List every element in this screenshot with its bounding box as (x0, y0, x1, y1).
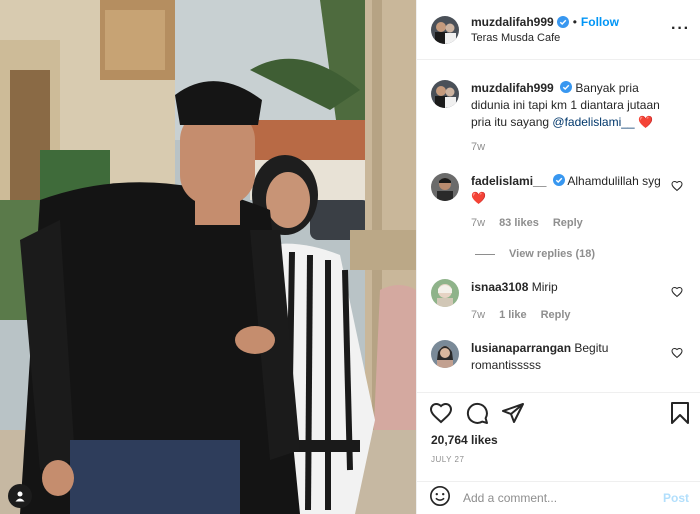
commenter-avatar[interactable] (431, 279, 459, 307)
post-photo[interactable] (0, 0, 416, 514)
comment-text: Mirip (531, 280, 558, 294)
comment-like-heart-icon[interactable] (671, 346, 683, 359)
photo-illustration (0, 0, 416, 514)
share-icon[interactable] (501, 401, 525, 430)
view-replies-label[interactable]: View replies (18) (509, 248, 595, 260)
comment-like-heart-icon[interactable] (671, 285, 683, 298)
user-tag-icon[interactable] (8, 484, 32, 508)
post-header: muzdalifah999 • Follow Teras Musda Cafe … (417, 0, 700, 60)
post-date[interactable]: JULY 27 (431, 455, 464, 464)
comment-time[interactable]: 7w (471, 307, 485, 324)
post-location[interactable]: Teras Musda Cafe (471, 32, 619, 44)
commenter-avatar[interactable] (431, 173, 459, 201)
comment-likes[interactable]: 1 like (499, 307, 527, 324)
comment-composer: Post (417, 481, 700, 514)
follow-button[interactable]: Follow (581, 15, 619, 29)
caption-mention[interactable]: @fadelislami__ (552, 115, 634, 129)
comment-username[interactable]: isnaa3108 (471, 280, 528, 294)
like-heart-icon[interactable] (429, 401, 453, 430)
reply-button[interactable]: Reply (553, 215, 583, 232)
commenter-avatar[interactable] (431, 340, 459, 368)
comment-username[interactable]: lusianaparrangan (471, 341, 571, 355)
comment-item: isnaa3108 Mirip 7w 1 like Reply (431, 279, 691, 324)
more-options-icon[interactable]: ··· (671, 20, 690, 38)
heart-emoji: ❤️ (637, 115, 653, 129)
comment-text: Alhamdulillah syg (567, 174, 661, 188)
author-avatar[interactable] (431, 15, 459, 44)
view-replies-line (475, 253, 495, 255)
verified-badge-icon (552, 174, 565, 186)
comments-list[interactable]: muzdalifah999 Banyak pria didunia ini ta… (417, 61, 700, 392)
comment-item: fadelislami__ Alhamdulillah syg ❤️ 7w 83… (431, 173, 691, 232)
bookmark-icon[interactable] (669, 401, 691, 430)
caption-time[interactable]: 7w (471, 139, 485, 156)
view-replies-button[interactable]: View replies (18) (475, 248, 595, 260)
caption-username[interactable]: muzdalifah999 (471, 81, 554, 95)
reply-button[interactable]: Reply (541, 307, 571, 324)
comment-username[interactable]: fadelislami__ (471, 174, 546, 188)
post-detail-panel: muzdalifah999 • Follow Teras Musda Cafe … (416, 0, 700, 514)
caption: muzdalifah999 Banyak pria didunia ini ta… (431, 80, 691, 156)
verified-badge-icon (556, 16, 569, 28)
post-actions: 20,764 likes JULY 27 (417, 392, 700, 472)
comment-like-heart-icon[interactable] (671, 179, 683, 192)
caption-avatar[interactable] (431, 80, 459, 108)
verified-badge-icon (560, 81, 573, 93)
comment-item: lusianaparrangan Begitu romantisssss (431, 340, 691, 374)
comment-time[interactable]: 7w (471, 215, 485, 232)
post-comment-button[interactable]: Post (663, 491, 689, 505)
comment-likes[interactable]: 83 likes (499, 215, 539, 232)
author-username[interactable]: muzdalifah999 (471, 15, 554, 29)
heart-emoji: ❤️ (471, 191, 486, 205)
like-count[interactable]: 20,764 likes (431, 433, 498, 447)
comment-icon[interactable] (465, 401, 489, 430)
comment-input[interactable] (463, 491, 653, 505)
emoji-icon[interactable] (429, 485, 451, 512)
separator-dot: • (572, 15, 577, 29)
